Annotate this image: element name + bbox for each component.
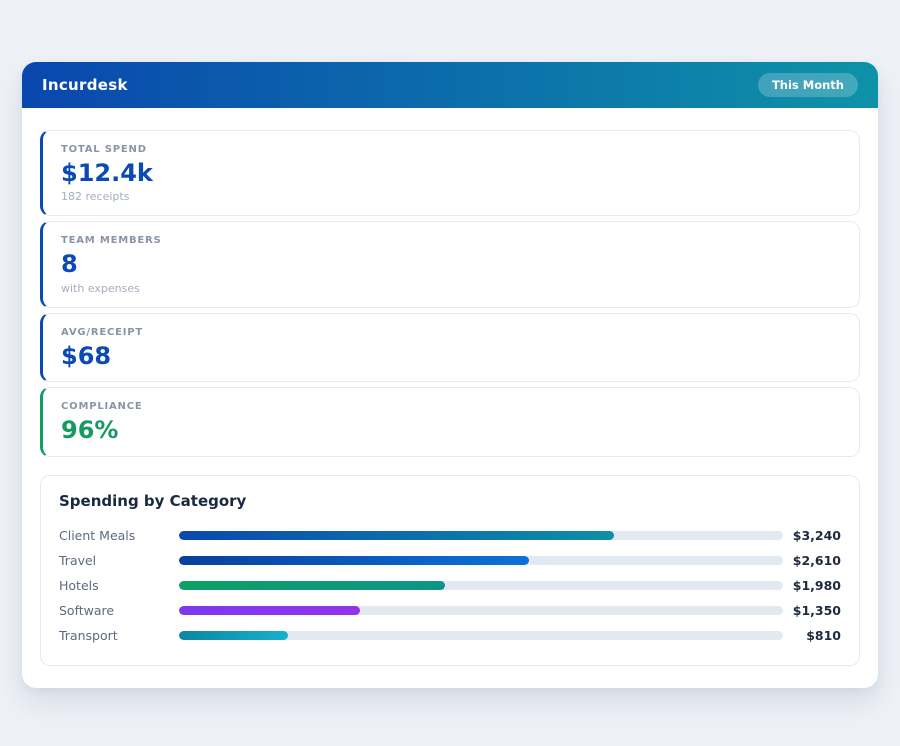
bar-fill [179, 605, 361, 615]
period-badge[interactable]: This Month [757, 73, 858, 97]
dashboard-card: Incurdesk This Month TOTAL SPEND $12.4k … [22, 62, 878, 688]
dashboard-content: TOTAL SPEND $12.4k 182 receipts TEAM MEM… [22, 108, 878, 688]
chart-row-hotels: Hotels $1,980 [59, 573, 841, 598]
chart-row-transport: Transport $810 [59, 623, 841, 648]
stat-label: AVG/RECEIPT [61, 326, 144, 338]
stat-value: $12.4k [61, 159, 153, 187]
bar-track [179, 605, 783, 615]
bar-track [179, 555, 783, 565]
stat-value: 96% [61, 416, 119, 445]
category-label: Travel [59, 552, 97, 568]
category-value: $810 [806, 627, 841, 643]
bar-fill [179, 530, 614, 540]
stats-list: TOTAL SPEND $12.4k 182 receipts TEAM MEM… [40, 130, 860, 457]
chart-row-client-meals: Client Meals $3,240 [59, 523, 841, 548]
bar-fill [179, 555, 530, 565]
stat-subtext: with expenses [61, 281, 140, 295]
stat-value: $68 [61, 341, 112, 370]
app-header: Incurdesk This Month [22, 62, 878, 108]
stat-value: 8 [61, 250, 78, 279]
spending-chart-card: Spending by Category Client Meals $3,240… [40, 474, 860, 666]
bar-fill [179, 630, 288, 640]
app-title: Incurdesk [42, 76, 128, 94]
category-label: Software [59, 602, 115, 618]
stat-label: TEAM MEMBERS [61, 235, 162, 247]
stat-label: TOTAL SPEND [61, 144, 147, 155]
stat-label: COMPLIANCE [61, 401, 143, 413]
category-label: Client Meals [59, 527, 136, 543]
category-value: $1,350 [792, 602, 841, 618]
bar-fill [179, 580, 445, 590]
chart-row-travel: Travel $2,610 [59, 548, 841, 573]
chart-rows: Client Meals $3,240 Travel $2,610 Hotels… [59, 523, 841, 648]
bar-track [179, 530, 783, 540]
bar-track [179, 630, 783, 640]
bar-track [179, 580, 783, 590]
category-label: Hotels [59, 577, 99, 593]
category-value: $2,610 [792, 552, 841, 568]
stat-card-total-spend: TOTAL SPEND $12.4k 182 receipts [40, 130, 860, 217]
category-value: $3,240 [792, 527, 841, 543]
stat-card-avg-receipt: AVG/RECEIPT $68 [40, 312, 860, 383]
stat-subtext: 182 receipts [61, 190, 130, 204]
chart-row-software: Software $1,350 [59, 598, 841, 623]
stat-card-compliance: COMPLIANCE 96% [40, 387, 860, 457]
category-value: $1,980 [792, 577, 841, 593]
chart-title: Spending by Category [59, 491, 247, 510]
category-label: Transport [59, 627, 118, 643]
stat-card-team-members: TEAM MEMBERS 8 with expenses [40, 221, 860, 308]
